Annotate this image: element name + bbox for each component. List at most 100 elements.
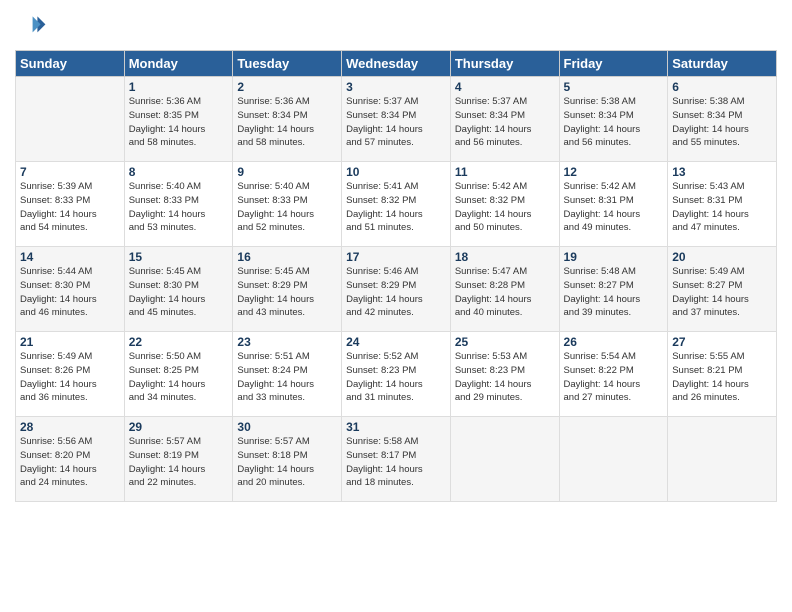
day-number: 5 [564, 80, 664, 94]
calendar-cell: 9Sunrise: 5:40 AM Sunset: 8:33 PM Daylig… [233, 162, 342, 247]
calendar-cell: 2Sunrise: 5:36 AM Sunset: 8:34 PM Daylig… [233, 77, 342, 162]
day-info: Sunrise: 5:54 AM Sunset: 8:22 PM Dayligh… [564, 350, 664, 405]
calendar-week-2: 7Sunrise: 5:39 AM Sunset: 8:33 PM Daylig… [16, 162, 777, 247]
calendar-cell: 11Sunrise: 5:42 AM Sunset: 8:32 PM Dayli… [450, 162, 559, 247]
calendar-cell [668, 417, 777, 502]
day-info: Sunrise: 5:36 AM Sunset: 8:35 PM Dayligh… [129, 95, 229, 150]
day-info: Sunrise: 5:55 AM Sunset: 8:21 PM Dayligh… [672, 350, 772, 405]
calendar-cell: 19Sunrise: 5:48 AM Sunset: 8:27 PM Dayli… [559, 247, 668, 332]
calendar-week-5: 28Sunrise: 5:56 AM Sunset: 8:20 PM Dayli… [16, 417, 777, 502]
day-number: 14 [20, 250, 120, 264]
day-number: 4 [455, 80, 555, 94]
calendar-cell: 29Sunrise: 5:57 AM Sunset: 8:19 PM Dayli… [124, 417, 233, 502]
day-number: 26 [564, 335, 664, 349]
day-number: 8 [129, 165, 229, 179]
calendar-cell: 27Sunrise: 5:55 AM Sunset: 8:21 PM Dayli… [668, 332, 777, 417]
col-wednesday: Wednesday [342, 51, 451, 77]
day-number: 13 [672, 165, 772, 179]
calendar-cell: 14Sunrise: 5:44 AM Sunset: 8:30 PM Dayli… [16, 247, 125, 332]
col-thursday: Thursday [450, 51, 559, 77]
day-info: Sunrise: 5:45 AM Sunset: 8:29 PM Dayligh… [237, 265, 337, 320]
day-number: 23 [237, 335, 337, 349]
day-info: Sunrise: 5:47 AM Sunset: 8:28 PM Dayligh… [455, 265, 555, 320]
calendar-cell: 26Sunrise: 5:54 AM Sunset: 8:22 PM Dayli… [559, 332, 668, 417]
day-number: 6 [672, 80, 772, 94]
day-number: 24 [346, 335, 446, 349]
calendar-cell: 15Sunrise: 5:45 AM Sunset: 8:30 PM Dayli… [124, 247, 233, 332]
header [15, 10, 777, 42]
calendar-cell: 31Sunrise: 5:58 AM Sunset: 8:17 PM Dayli… [342, 417, 451, 502]
calendar-cell [16, 77, 125, 162]
calendar-table: Sunday Monday Tuesday Wednesday Thursday… [15, 50, 777, 502]
day-number: 22 [129, 335, 229, 349]
day-number: 21 [20, 335, 120, 349]
day-number: 10 [346, 165, 446, 179]
day-info: Sunrise: 5:53 AM Sunset: 8:23 PM Dayligh… [455, 350, 555, 405]
day-info: Sunrise: 5:36 AM Sunset: 8:34 PM Dayligh… [237, 95, 337, 150]
logo [15, 10, 51, 42]
day-info: Sunrise: 5:57 AM Sunset: 8:19 PM Dayligh… [129, 435, 229, 490]
day-number: 20 [672, 250, 772, 264]
day-number: 9 [237, 165, 337, 179]
calendar-cell: 22Sunrise: 5:50 AM Sunset: 8:25 PM Dayli… [124, 332, 233, 417]
day-info: Sunrise: 5:50 AM Sunset: 8:25 PM Dayligh… [129, 350, 229, 405]
col-tuesday: Tuesday [233, 51, 342, 77]
day-info: Sunrise: 5:40 AM Sunset: 8:33 PM Dayligh… [237, 180, 337, 235]
day-number: 12 [564, 165, 664, 179]
col-monday: Monday [124, 51, 233, 77]
day-info: Sunrise: 5:42 AM Sunset: 8:32 PM Dayligh… [455, 180, 555, 235]
day-info: Sunrise: 5:42 AM Sunset: 8:31 PM Dayligh… [564, 180, 664, 235]
day-info: Sunrise: 5:43 AM Sunset: 8:31 PM Dayligh… [672, 180, 772, 235]
calendar-cell: 8Sunrise: 5:40 AM Sunset: 8:33 PM Daylig… [124, 162, 233, 247]
calendar-cell: 1Sunrise: 5:36 AM Sunset: 8:35 PM Daylig… [124, 77, 233, 162]
day-info: Sunrise: 5:37 AM Sunset: 8:34 PM Dayligh… [346, 95, 446, 150]
calendar-cell: 5Sunrise: 5:38 AM Sunset: 8:34 PM Daylig… [559, 77, 668, 162]
day-info: Sunrise: 5:58 AM Sunset: 8:17 PM Dayligh… [346, 435, 446, 490]
calendar-cell [450, 417, 559, 502]
day-info: Sunrise: 5:52 AM Sunset: 8:23 PM Dayligh… [346, 350, 446, 405]
day-info: Sunrise: 5:49 AM Sunset: 8:26 PM Dayligh… [20, 350, 120, 405]
day-number: 17 [346, 250, 446, 264]
calendar-cell: 17Sunrise: 5:46 AM Sunset: 8:29 PM Dayli… [342, 247, 451, 332]
calendar-cell: 30Sunrise: 5:57 AM Sunset: 8:18 PM Dayli… [233, 417, 342, 502]
day-number: 19 [564, 250, 664, 264]
day-number: 29 [129, 420, 229, 434]
day-info: Sunrise: 5:45 AM Sunset: 8:30 PM Dayligh… [129, 265, 229, 320]
col-saturday: Saturday [668, 51, 777, 77]
day-number: 3 [346, 80, 446, 94]
day-info: Sunrise: 5:38 AM Sunset: 8:34 PM Dayligh… [672, 95, 772, 150]
calendar-cell: 12Sunrise: 5:42 AM Sunset: 8:31 PM Dayli… [559, 162, 668, 247]
calendar-cell: 23Sunrise: 5:51 AM Sunset: 8:24 PM Dayli… [233, 332, 342, 417]
calendar-cell: 21Sunrise: 5:49 AM Sunset: 8:26 PM Dayli… [16, 332, 125, 417]
day-info: Sunrise: 5:39 AM Sunset: 8:33 PM Dayligh… [20, 180, 120, 235]
calendar-cell: 3Sunrise: 5:37 AM Sunset: 8:34 PM Daylig… [342, 77, 451, 162]
day-number: 15 [129, 250, 229, 264]
calendar-cell: 25Sunrise: 5:53 AM Sunset: 8:23 PM Dayli… [450, 332, 559, 417]
day-info: Sunrise: 5:40 AM Sunset: 8:33 PM Dayligh… [129, 180, 229, 235]
day-number: 2 [237, 80, 337, 94]
col-sunday: Sunday [16, 51, 125, 77]
calendar-week-4: 21Sunrise: 5:49 AM Sunset: 8:26 PM Dayli… [16, 332, 777, 417]
day-number: 1 [129, 80, 229, 94]
day-info: Sunrise: 5:46 AM Sunset: 8:29 PM Dayligh… [346, 265, 446, 320]
day-number: 11 [455, 165, 555, 179]
day-number: 18 [455, 250, 555, 264]
calendar-cell: 16Sunrise: 5:45 AM Sunset: 8:29 PM Dayli… [233, 247, 342, 332]
day-info: Sunrise: 5:49 AM Sunset: 8:27 PM Dayligh… [672, 265, 772, 320]
day-number: 25 [455, 335, 555, 349]
main-container: Sunday Monday Tuesday Wednesday Thursday… [0, 0, 792, 612]
calendar-cell: 24Sunrise: 5:52 AM Sunset: 8:23 PM Dayli… [342, 332, 451, 417]
calendar-header: Sunday Monday Tuesday Wednesday Thursday… [16, 51, 777, 77]
calendar-cell: 28Sunrise: 5:56 AM Sunset: 8:20 PM Dayli… [16, 417, 125, 502]
day-info: Sunrise: 5:44 AM Sunset: 8:30 PM Dayligh… [20, 265, 120, 320]
day-info: Sunrise: 5:41 AM Sunset: 8:32 PM Dayligh… [346, 180, 446, 235]
header-row: Sunday Monday Tuesday Wednesday Thursday… [16, 51, 777, 77]
day-info: Sunrise: 5:38 AM Sunset: 8:34 PM Dayligh… [564, 95, 664, 150]
calendar-cell: 4Sunrise: 5:37 AM Sunset: 8:34 PM Daylig… [450, 77, 559, 162]
day-info: Sunrise: 5:37 AM Sunset: 8:34 PM Dayligh… [455, 95, 555, 150]
calendar-body: 1Sunrise: 5:36 AM Sunset: 8:35 PM Daylig… [16, 77, 777, 502]
calendar-cell [559, 417, 668, 502]
day-number: 7 [20, 165, 120, 179]
calendar-cell: 10Sunrise: 5:41 AM Sunset: 8:32 PM Dayli… [342, 162, 451, 247]
day-number: 30 [237, 420, 337, 434]
